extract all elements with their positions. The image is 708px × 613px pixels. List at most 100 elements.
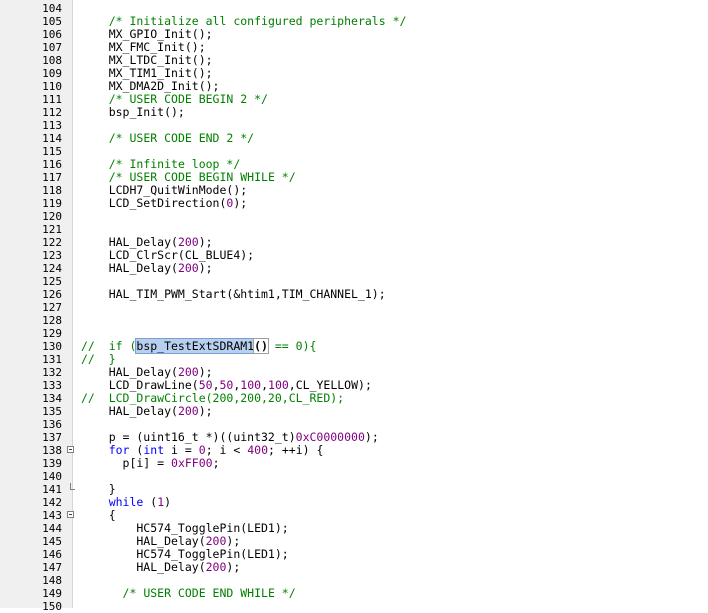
code-text: /* USER CODE END 2 */: [81, 132, 254, 145]
code-token: /* USER CODE BEGIN 2 */: [108, 92, 268, 106]
line-number: 141: [42, 483, 62, 496]
line-number: 120: [42, 210, 62, 223]
code-token: 0xC0000000: [295, 430, 365, 444]
code-text: LCD_SetDirection(0);: [81, 197, 248, 210]
line-number: 134: [42, 392, 62, 405]
line-number: 125: [42, 275, 62, 288]
line-number: 128: [42, 314, 62, 327]
code-token: ,: [261, 378, 269, 392]
line-number: 106: [42, 28, 62, 41]
code-text: // if (bsp_TestExtSDRAM1() == 0){: [81, 338, 316, 354]
code-line[interactable]: 147 HAL_Delay(200);: [0, 561, 708, 575]
code-line[interactable]: 139 p[i] = 0xFF00;: [0, 457, 708, 471]
code-token: HAL_TIM_PWM_Start(&htim1,TIM_CHANNEL_1);: [81, 287, 386, 301]
code-token: MX_DMA2D_Init();: [81, 79, 220, 93]
line-number: 116: [42, 158, 62, 171]
code-token: );: [226, 534, 241, 548]
line-number: 148: [42, 574, 62, 587]
line-number: 133: [42, 379, 62, 392]
code-editor[interactable]: 104 105 /* Initialize all configured peri…: [0, 0, 708, 613]
line-number: 107: [42, 41, 62, 54]
code-token: ,CL_YELLOW);: [288, 378, 372, 392]
code-token: }: [81, 482, 116, 496]
code-token: {: [81, 508, 116, 522]
code-line[interactable]: 149 /* USER CODE END WHILE */: [0, 587, 708, 601]
code-token: (: [129, 443, 144, 457]
line-number: 150: [42, 600, 62, 613]
line-number: 132: [42, 366, 62, 379]
line-number: 117: [42, 171, 62, 184]
code-token: /* USER CODE END 2 */: [108, 131, 255, 145]
line-number: 130: [42, 340, 62, 353]
code-line[interactable]: 120: [0, 210, 708, 223]
line-number: 137: [42, 431, 62, 444]
line-number: 127: [42, 301, 62, 314]
code-token: HAL_Delay(: [81, 534, 206, 548]
line-number: 140: [42, 470, 62, 483]
line-number: 110: [42, 80, 62, 93]
code-line[interactable]: 150: [0, 600, 708, 613]
fold-collapse-icon[interactable]: [67, 446, 74, 453]
line-number: 142: [42, 496, 62, 509]
line-number: 147: [42, 561, 62, 574]
code-token: );: [198, 404, 213, 418]
code-token: 200: [177, 404, 199, 418]
line-number: 145: [42, 535, 62, 548]
line-number: 118: [42, 184, 62, 197]
line-number: 104: [42, 2, 62, 15]
code-token: LCD_DrawLine(: [81, 378, 199, 392]
code-token: ; i <: [205, 443, 248, 457]
code-token: while: [108, 495, 144, 509]
code-text: p[i] = 0xFF00;: [81, 457, 220, 470]
code-text: HAL_Delay(200);: [81, 262, 213, 275]
line-number: 144: [42, 522, 62, 535]
code-token: (): [253, 338, 269, 354]
code-token: /* Initialize all configured peripherals…: [108, 14, 407, 28]
code-token: 0: [198, 443, 206, 457]
code-text: /* USER CODE END WHILE */: [81, 587, 296, 600]
code-token: LCDH7_QuitWinMode();: [81, 183, 248, 197]
code-line[interactable]: 126 HAL_TIM_PWM_Start(&htim1,TIM_CHANNEL…: [0, 287, 708, 302]
line-number: 143: [42, 509, 62, 522]
code-token: );: [198, 261, 213, 275]
line-number: 115: [42, 145, 62, 158]
code-token: int: [143, 443, 165, 457]
code-token: LCD_ClrScr(CL_BLUE4);: [81, 248, 255, 262]
code-token: /* USER CODE END WHILE */: [122, 586, 296, 600]
code-token: ,: [212, 378, 220, 392]
code-line[interactable]: 119 LCD_SetDirection(0);: [0, 197, 708, 211]
code-line[interactable]: 135 HAL_Delay(200);: [0, 405, 708, 419]
code-token: HC574_TogglePin(LED1);: [81, 547, 289, 561]
code-line[interactable]: 128: [0, 314, 708, 327]
line-number: 111: [42, 93, 62, 106]
code-token: MX_LTDC_Init();: [81, 53, 213, 67]
code-token: 200: [177, 261, 199, 275]
code-text: bsp_Init();: [81, 106, 185, 119]
code-line[interactable]: 124 HAL_Delay(200);: [0, 262, 708, 276]
code-text: HAL_Delay(200);: [81, 561, 240, 574]
code-token: HAL_Delay(: [81, 235, 178, 249]
code-token: // if (: [81, 339, 137, 353]
code-token: 400: [247, 443, 269, 457]
code-token: 200: [177, 365, 199, 379]
line-number: 121: [42, 223, 62, 236]
code-token: i =: [164, 443, 199, 457]
line-number: 146: [42, 548, 62, 561]
selected-identifier: bsp_TestExtSDRAM1: [135, 338, 256, 354]
code-token: HAL_Delay(: [81, 365, 178, 379]
code-line[interactable]: 112 bsp_Init();: [0, 106, 708, 120]
code-line[interactable]: 127: [0, 301, 708, 314]
fold-collapse-icon[interactable]: [67, 511, 74, 518]
code-text: HAL_Delay(200);: [81, 405, 213, 418]
code-token: p = (uint16_t *)((uint32_t): [81, 430, 296, 444]
code-token: 50: [219, 378, 234, 392]
code-line[interactable]: 114 /* USER CODE END 2 */: [0, 132, 708, 146]
line-number: 126: [42, 288, 62, 301]
code-token: /* Infinite loop */: [108, 157, 241, 171]
code-token: MX_GPIO_Init();: [81, 27, 213, 41]
